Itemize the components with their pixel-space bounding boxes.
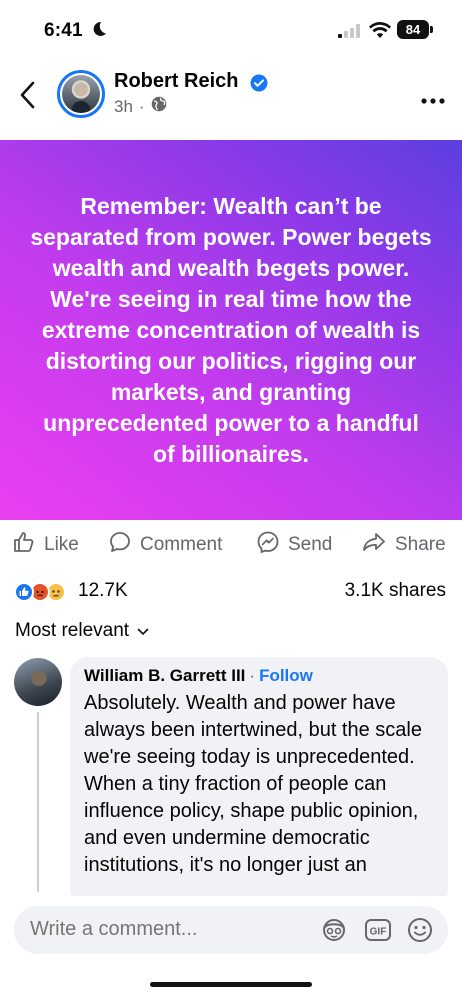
like-button[interactable]: Like: [12, 527, 79, 563]
messenger-icon: [256, 530, 280, 560]
meta-dot: ·: [138, 96, 145, 116]
moon-icon: [90, 20, 108, 43]
comment-input[interactable]: [30, 918, 310, 941]
author-avatar[interactable]: [57, 70, 105, 118]
reaction-icons[interactable]: [14, 582, 72, 604]
like-icon: [14, 582, 34, 602]
send-label: Send: [288, 534, 333, 555]
post-text: Remember: Wealth can’t be separated from…: [30, 192, 432, 467]
status-bar: 6:41 84: [0, 0, 462, 56]
comment-header: William B. Garrett III · Follow: [84, 666, 434, 686]
more-options-icon[interactable]: [421, 91, 445, 109]
verified-badge-icon: [250, 74, 268, 97]
post-actions: Like Comment Send Share: [0, 527, 462, 563]
globe-icon[interactable]: [151, 96, 167, 117]
thread-line: [37, 712, 39, 892]
comment-label: Comment: [140, 534, 223, 555]
share-count[interactable]: 3.1K shares: [345, 580, 446, 602]
chevron-down-icon: [137, 620, 149, 642]
commenter-name[interactable]: William B. Garrett III: [84, 666, 245, 686]
cell-signal-icon: [338, 24, 360, 43]
thumbs-up-icon: [12, 530, 36, 560]
share-button[interactable]: Share: [361, 527, 446, 563]
send-button[interactable]: Send: [256, 527, 332, 563]
emoji-icon[interactable]: [406, 917, 434, 948]
battery-indicator: 84: [397, 20, 429, 39]
status-time: 6:41: [44, 20, 83, 41]
post-banner[interactable]: Remember: Wealth can’t be separated from…: [0, 140, 462, 520]
like-label: Like: [44, 534, 79, 555]
commenter-avatar[interactable]: [14, 658, 62, 706]
post-stats: 12.7K 3.1K shares: [0, 578, 462, 606]
comment-button[interactable]: Comment: [108, 527, 222, 563]
back-arrow-icon[interactable]: [18, 80, 38, 115]
battery-nub: [430, 26, 433, 33]
share-arrow-icon: [361, 530, 387, 560]
comment-bubble[interactable]: William B. Garrett III · Follow Absolute…: [70, 657, 448, 907]
comment-bubble-icon: [108, 530, 132, 560]
avatar-sticker-icon[interactable]: [320, 917, 348, 948]
gif-icon[interactable]: GIF: [364, 917, 392, 948]
reaction-count[interactable]: 12.7K: [78, 580, 128, 602]
svg-text:GIF: GIF: [370, 927, 387, 938]
comment-composer-bar: GIF: [0, 896, 462, 1000]
follow-button[interactable]: Follow: [259, 666, 313, 686]
home-indicator[interactable]: [150, 982, 312, 987]
post-meta: 3h ·: [114, 96, 167, 117]
comment-sort-dropdown[interactable]: Most relevant: [15, 620, 149, 642]
post-header: Robert Reich 3h ·: [0, 62, 462, 132]
comment-separator: ·: [249, 666, 256, 685]
author-name[interactable]: Robert Reich: [114, 70, 238, 93]
wifi-icon: [369, 22, 391, 44]
sort-label: Most relevant: [15, 620, 130, 641]
post-time: 3h: [114, 96, 133, 116]
comment-text: Absolutely. Wealth and power have always…: [84, 692, 422, 876]
share-label: Share: [395, 534, 446, 555]
comment-composer: GIF: [14, 906, 448, 954]
